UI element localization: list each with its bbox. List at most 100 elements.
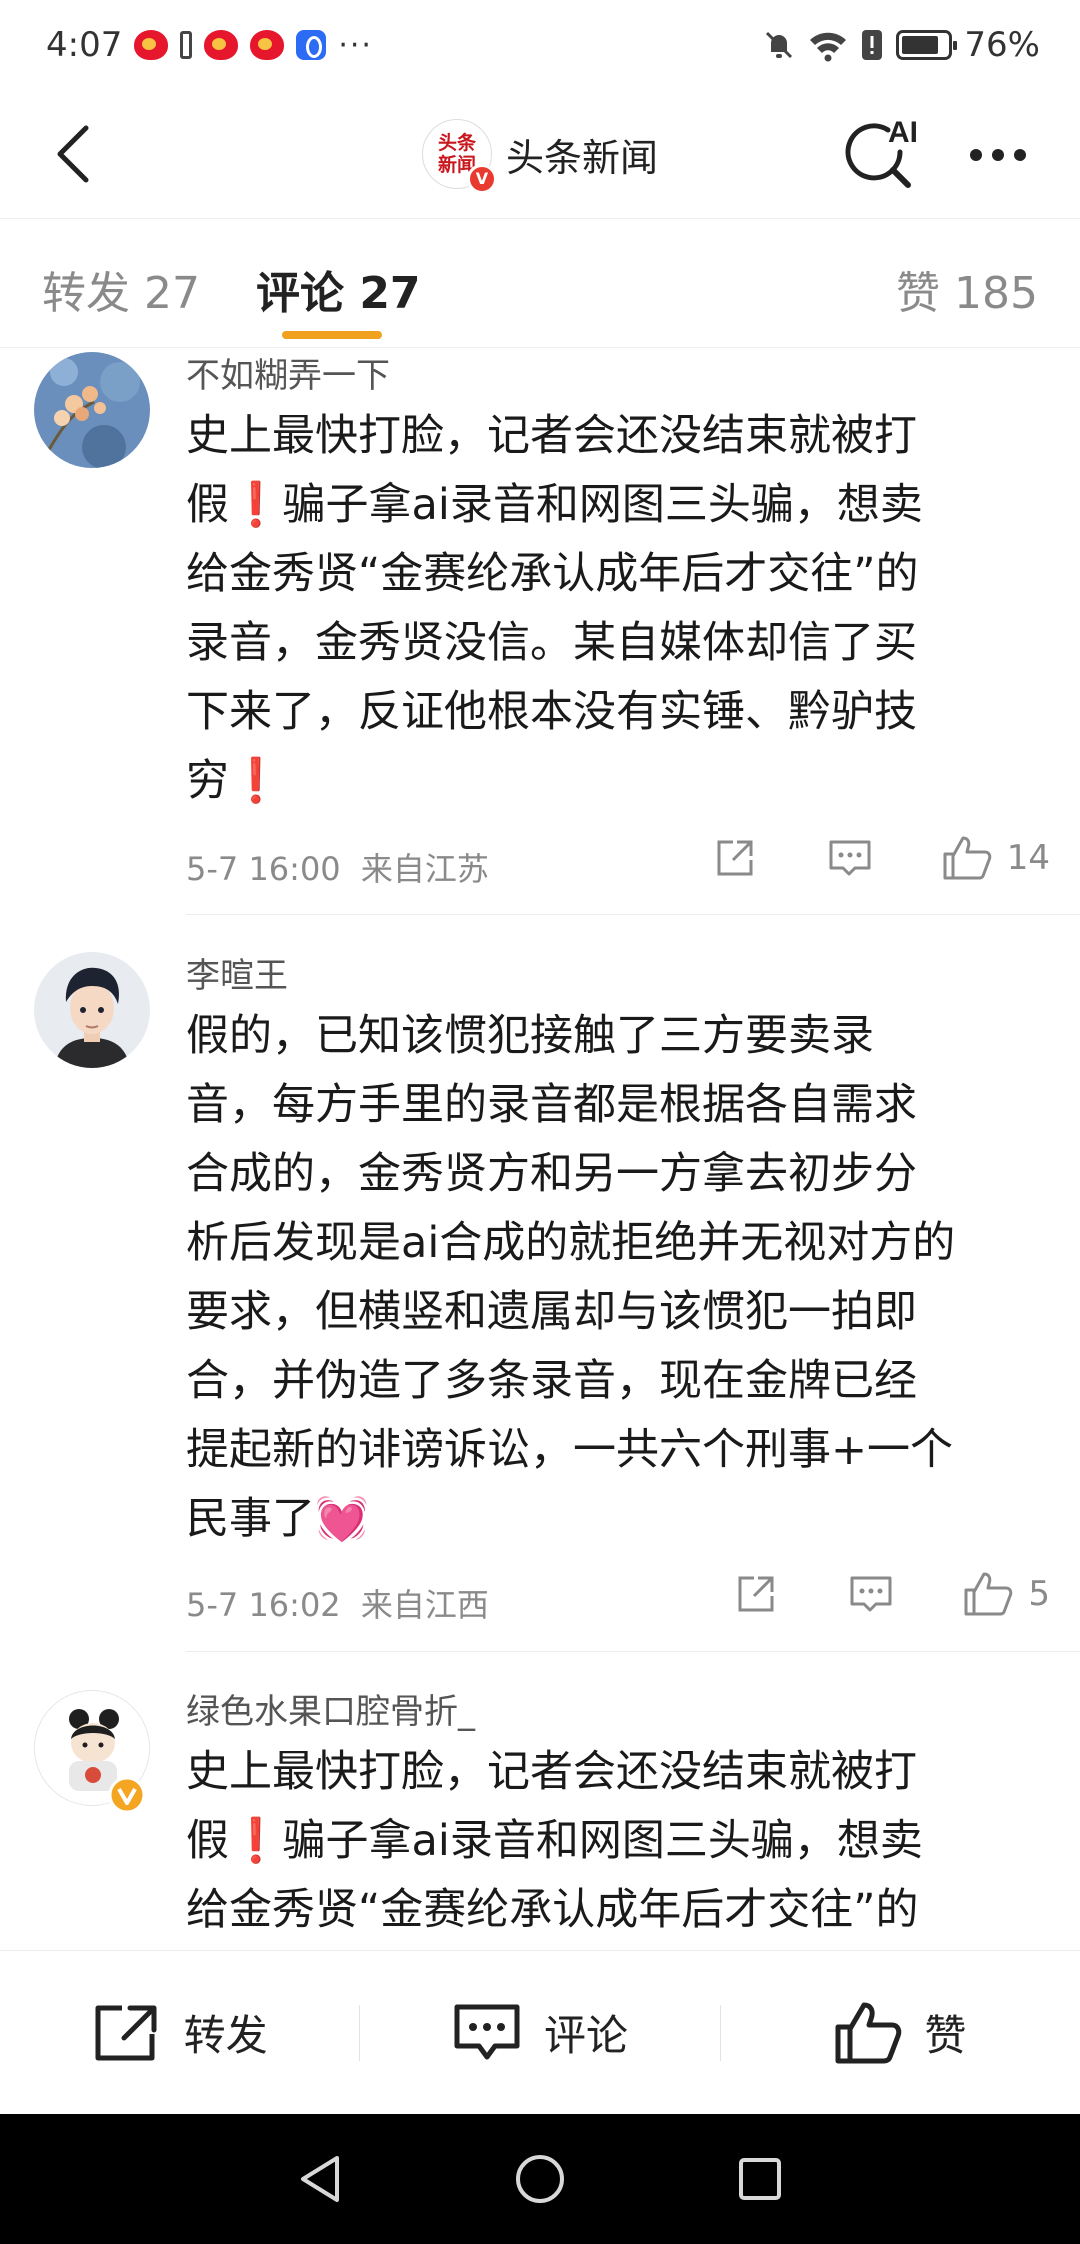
verified-badge-icon: V — [466, 164, 497, 194]
comment-bubble-icon — [829, 840, 871, 876]
comment-location: 来自江西 — [360, 1586, 489, 1624]
like-comment-button[interactable]: 14 — [941, 834, 1050, 882]
comment-line: 穷❗ — [186, 756, 283, 806]
comment-line: 下来了，反证他根本没有实锤、黔驴技 — [186, 687, 917, 737]
status-left: 4:07 ··· — [46, 25, 373, 65]
ai-search-button[interactable]: AI — [842, 108, 926, 198]
battery-notification-icon — [180, 31, 193, 59]
comment-line: 录音，金秀贤没信。某自媒体却信了买 — [186, 618, 917, 668]
tab-repost[interactable]: 转发 27 — [42, 257, 200, 321]
comment-meta: 5-7 16:02 来自江西 — [186, 1580, 489, 1626]
comment-line: 史上最快打脸，记者会还没结束就被打 — [186, 1747, 917, 1797]
comment-list: 不如糊弄一下 史上最快打脸，记者会还没结束就被打 假❗骗子拿ai录音和网图三头骗… — [0, 348, 1080, 1950]
active-tab-indicator — [282, 331, 382, 339]
comment-location: 来自江苏 — [360, 850, 489, 888]
more-options-button[interactable] — [960, 120, 1036, 190]
share-icon — [717, 840, 753, 876]
weibo-comments-screen: 4:07 ··· 76% 头条新闻 V 头条新闻 AI 转发 27 评论 27 … — [0, 0, 1080, 2244]
comment-line: 合成的，金秀贤方和另一方拿去初步分 — [186, 1149, 917, 1199]
comment-text: 史上最快打脸，记者会还没结束就被打 假❗骗子拿ai录音和网图三头骗，想卖 给金秀… — [186, 1738, 1048, 1945]
thumbs-up-icon — [964, 1572, 1013, 1616]
source-account[interactable]: 头条新闻 V 头条新闻 — [421, 119, 658, 194]
comment-actions: 14 — [713, 834, 1050, 882]
comment-username[interactable]: 不如糊弄一下 — [186, 348, 390, 397]
share-comment-button[interactable] — [713, 836, 827, 880]
thumbs-up-icon — [943, 836, 992, 880]
comment-actions: 5 — [734, 1570, 1050, 1618]
comment-line: 音，每方手里的录音都是根据各自需求 — [186, 1080, 917, 1130]
triangle-back-icon — [301, 2156, 339, 2202]
wifi-icon — [810, 32, 847, 62]
tab-like[interactable]: 赞 185 — [896, 257, 1038, 321]
comment-username[interactable]: 绿色水果口腔骨折_ — [186, 1684, 475, 1733]
more-dot-icon — [970, 149, 982, 161]
comment-line: 提起新的诽谤诉讼，一共六个刑事+一个 — [186, 1425, 954, 1475]
status-bar: 4:07 ··· 76% — [0, 0, 1080, 90]
back-arrow-icon — [57, 125, 89, 183]
like-count: 14 — [1006, 838, 1050, 878]
comment-line: 假的，已知该惯犯接触了三方要卖录 — [186, 1011, 874, 1061]
reply-comment-button[interactable] — [848, 1572, 962, 1616]
comment-button[interactable]: 评论 — [360, 2002, 719, 2064]
more-dot-icon — [992, 149, 1004, 161]
like-button[interactable]: 赞 — [721, 2001, 1080, 2065]
comment-label: 评论 — [543, 2011, 628, 2060]
repost-button[interactable]: 转发 — [0, 2002, 359, 2064]
repost-label: 转发 — [183, 2011, 268, 2060]
avatar-cartoon-man-image — [34, 952, 150, 1068]
share-comment-button[interactable] — [734, 1572, 848, 1616]
avatar-flowers-image — [34, 352, 150, 468]
share-icon — [738, 1576, 774, 1612]
like-label: 赞 — [924, 2011, 967, 2060]
square-recents-icon — [739, 2158, 781, 2200]
app-notification-icon — [296, 30, 327, 60]
system-navigation-bar — [0, 2114, 1080, 2244]
nav-home-button[interactable] — [505, 2144, 575, 2214]
comment-text: 假的，已知该惯犯接触了三方要卖录 音，每方手里的录音都是根据各自需求 合成的，金… — [186, 1002, 1048, 1554]
mute-bell-icon — [766, 31, 793, 59]
comment-date: 5-7 16:02 — [186, 1586, 341, 1624]
bottom-action-bar: 转发 评论 赞 — [0, 1950, 1080, 2114]
comment-line: 给金秀贤“金赛纶承认成年后才交往”的 — [186, 549, 919, 599]
nav-back-button[interactable] — [285, 2144, 355, 2214]
comment-item: 李暄王 假的，已知该惯犯接触了三方要卖录 音，每方手里的录音都是根据各自需求 合… — [0, 948, 1080, 1652]
reply-comment-button[interactable] — [827, 836, 941, 880]
weibo-notification-icon — [134, 30, 169, 60]
like-count: 5 — [1028, 1574, 1050, 1614]
post-tabs: 转发 27 评论 27 赞 185 — [0, 218, 1080, 348]
comment-line: 给金秀贤“金赛纶承认成年后才交往”的 — [186, 1885, 919, 1935]
top-header: 头条新闻 V 头条新闻 AI — [0, 90, 1080, 218]
alert-icon — [862, 30, 883, 60]
comment-item: 绿色水果口腔骨折_ 史上最快打脸，记者会还没结束就被打 假❗骗子拿ai录音和网图… — [0, 1684, 1080, 1950]
avatar[interactable] — [34, 952, 150, 1068]
tab-comment[interactable]: 评论 27 — [256, 257, 421, 321]
battery-icon — [896, 30, 958, 60]
comment-line: 假❗骗子拿ai录音和网图三头骗，想卖 — [186, 480, 923, 530]
comment-line: 析后发现是ai合成的就拒绝并无视对方的 — [186, 1218, 956, 1268]
repost-icon — [95, 2005, 157, 2060]
source-name: 头条新闻 — [505, 135, 658, 180]
battery-percent: 76% — [964, 25, 1040, 65]
status-right: 76% — [762, 25, 1040, 65]
comment-line: 合，并伪造了多条录音，现在金牌已经 — [186, 1356, 917, 1406]
avatar[interactable] — [34, 352, 150, 468]
comment-line: 民事了💓 — [186, 1494, 369, 1544]
source-logo: 头条新闻 V — [421, 119, 497, 194]
more-dot-icon — [1014, 149, 1026, 161]
nav-recents-button[interactable] — [725, 2144, 795, 2214]
status-time: 4:07 — [46, 25, 123, 65]
comment-divider — [186, 914, 1080, 915]
comment-bubble-icon — [454, 2004, 520, 2059]
thumbs-up-icon — [835, 2002, 902, 2063]
like-comment-button[interactable]: 5 — [962, 1570, 1050, 1618]
ai-label: AI — [888, 116, 918, 149]
comment-date: 5-7 16:00 — [186, 850, 341, 888]
circle-home-icon — [516, 2155, 564, 2203]
comment-item: 不如糊弄一下 史上最快打脸，记者会还没结束就被打 假❗骗子拿ai录音和网图三头骗… — [0, 348, 1080, 916]
back-button[interactable] — [36, 116, 112, 192]
comment-username[interactable]: 李暄王 — [186, 948, 288, 997]
comment-text: 史上最快打脸，记者会还没结束就被打 假❗骗子拿ai录音和网图三头骗，想卖 给金秀… — [186, 402, 1048, 816]
verified-user-badge-icon — [108, 1776, 146, 1814]
ai-search-icon: AI — [845, 116, 918, 188]
comment-line: 要求，但横竖和遗属却与该惯犯一拍即 — [186, 1287, 917, 1337]
